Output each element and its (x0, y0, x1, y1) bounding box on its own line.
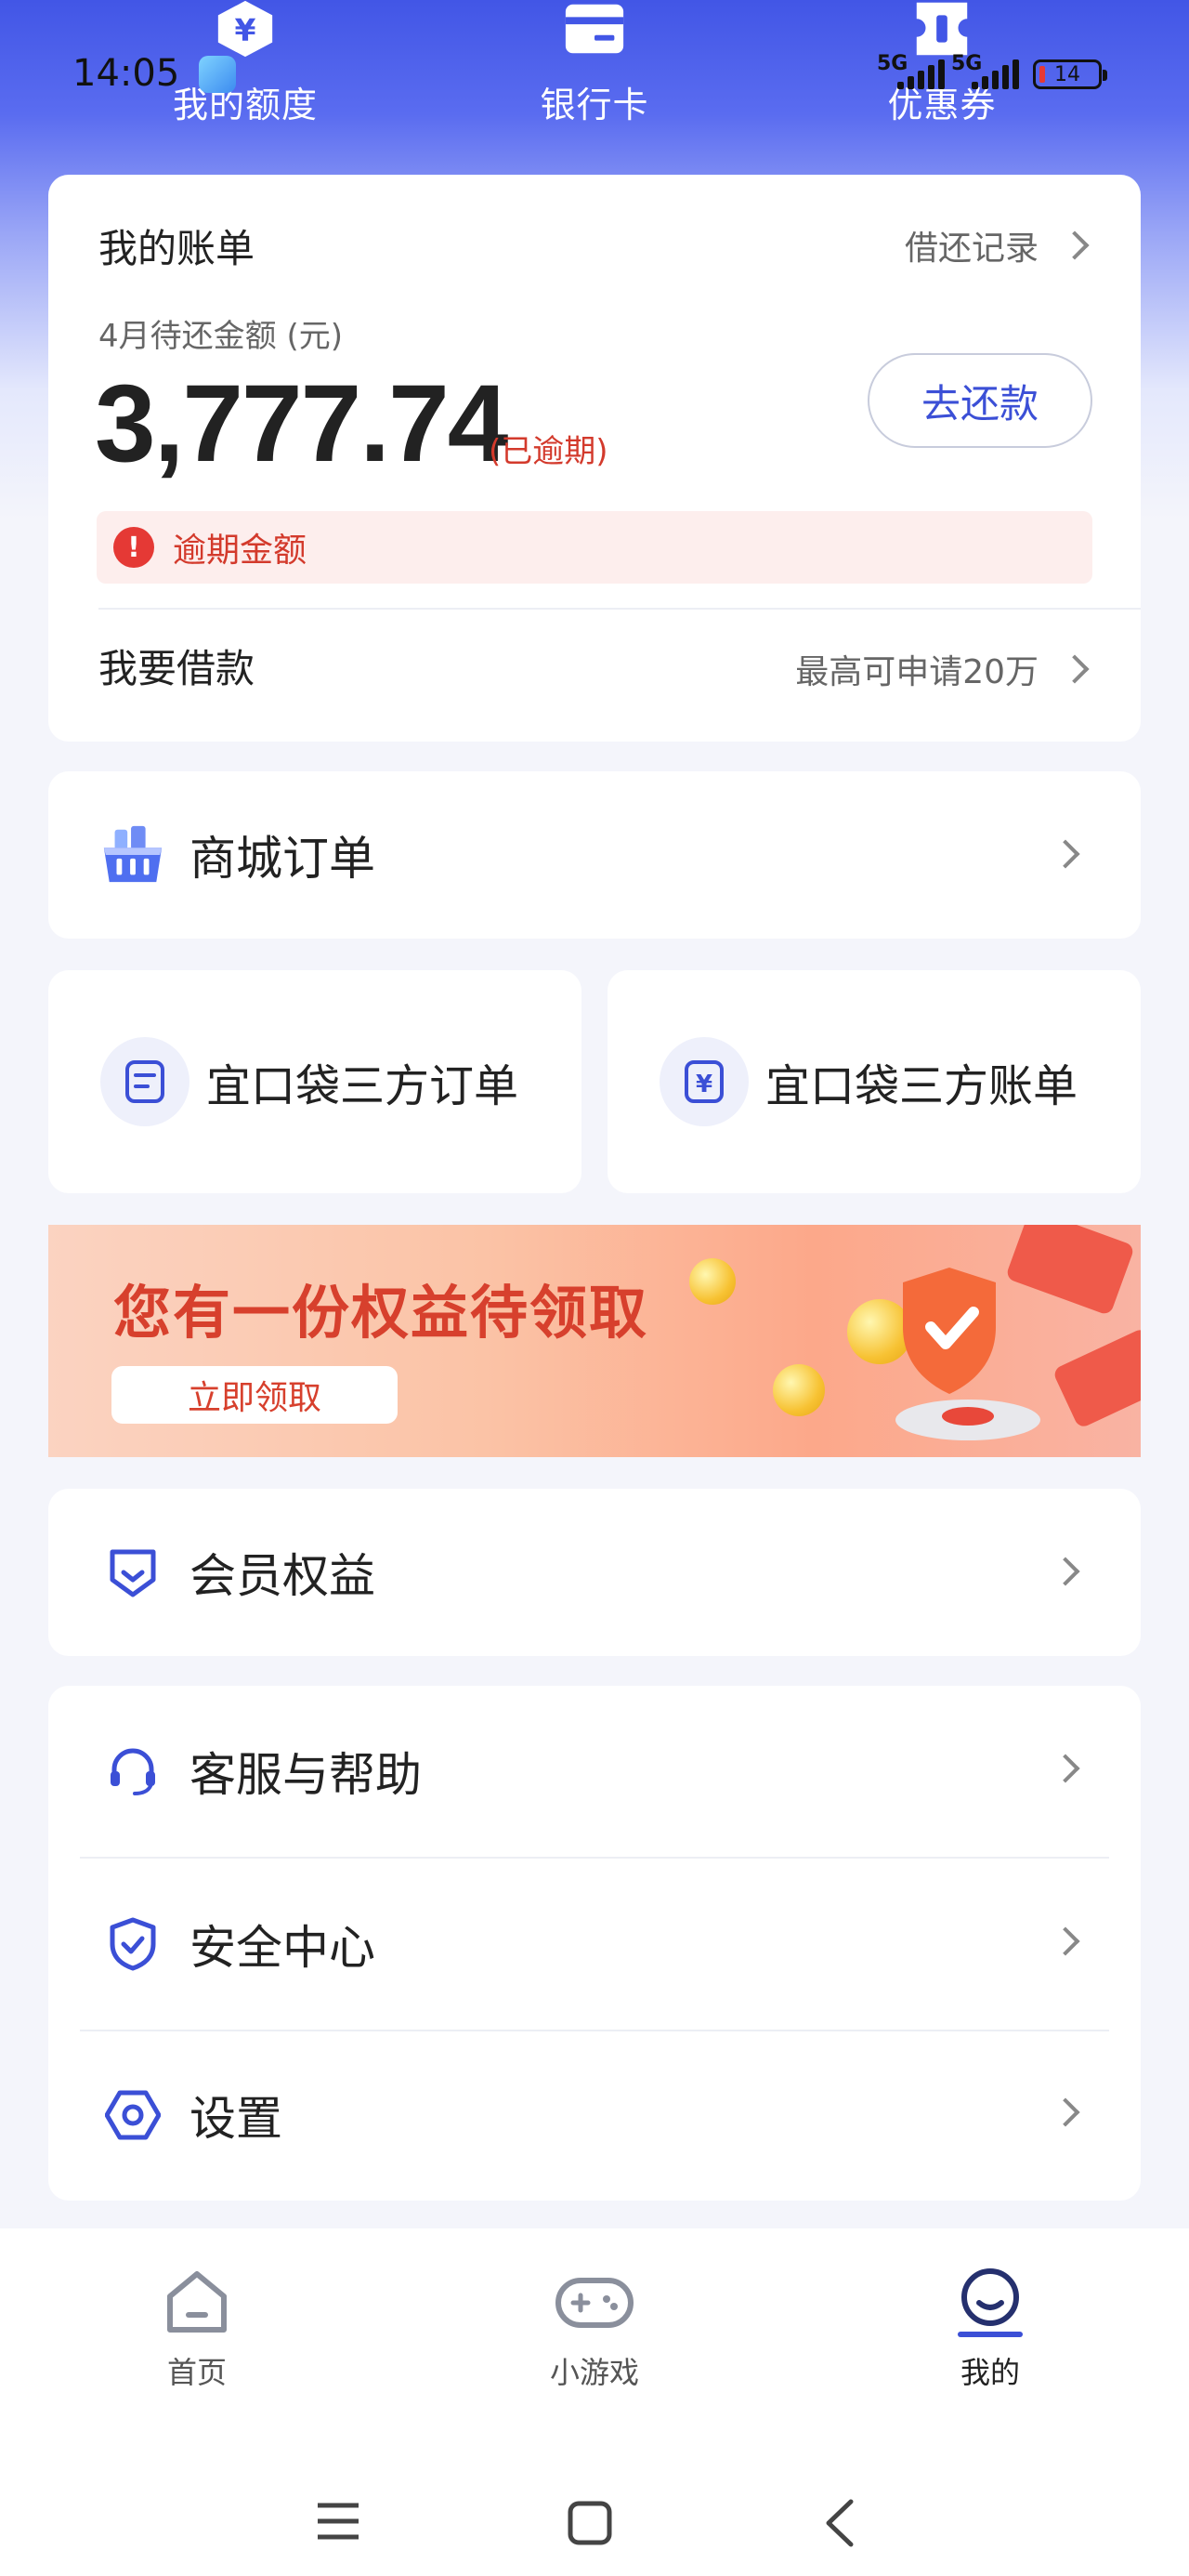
svg-text:¥: ¥ (235, 12, 256, 48)
battery-icon: 14 (1033, 59, 1107, 89)
signal-icon-1 (897, 58, 946, 89)
mall-order-label: 商城订单 (189, 832, 375, 886)
loan-history-label: 借还记录 (904, 230, 1039, 268)
chevron-right-icon (1051, 1926, 1080, 1956)
claim-now-button[interactable]: 立即领取 (111, 1366, 398, 1424)
menu-item-settings[interactable]: 设置 (48, 2030, 1141, 2201)
profile-icon (948, 2266, 1032, 2340)
borrow-limit-hint: 最高可申请20万 (795, 653, 1039, 691)
third-party-orders-card[interactable]: 宜口袋三方订单 (48, 970, 581, 1193)
gamepad-icon (553, 2266, 636, 2340)
due-amount-label: 4月待还金额 (元) (98, 318, 343, 355)
tab-home[interactable]: 首页 (104, 2266, 290, 2392)
overdue-tag: (已逾期) (489, 433, 608, 470)
menu-item-help[interactable]: 客服与帮助 (48, 1686, 1141, 1857)
settings-menu: 客服与帮助 安全中心 设置 (48, 1686, 1141, 2201)
membership-badge-icon (100, 1540, 165, 1605)
membership-row[interactable]: 会员权益 (48, 1489, 1141, 1656)
home-icon (155, 2266, 239, 2340)
third-party-bills-label: 宜口袋三方账单 (765, 1060, 1078, 1112)
red-envelope-decoration (1052, 1327, 1141, 1429)
tab-games-label: 小游戏 (549, 2355, 639, 2390)
back-icon[interactable] (823, 2498, 856, 2548)
membership-label: 会员权益 (189, 1549, 375, 1603)
signal-icon-2 (972, 58, 1020, 89)
settings-hexagon-icon (100, 2083, 165, 2148)
loan-history-link[interactable]: 借还记录 (904, 221, 1090, 269)
shield-badge-icon (895, 1268, 1040, 1440)
shopping-basket-icon (100, 822, 165, 887)
third-party-bills-card[interactable]: ¥ 宜口袋三方账单 (608, 970, 1141, 1193)
menu-item-security-label: 安全中心 (189, 1921, 375, 1975)
yuan-bill-icon: ¥ (660, 1037, 749, 1126)
system-nav-bar (0, 2433, 1189, 2576)
chevron-right-icon (1051, 2097, 1080, 2127)
mall-order-row[interactable]: 商城订单 (48, 771, 1141, 939)
tab-games[interactable]: 小游戏 (502, 2266, 687, 2392)
status-bar: 14:05 5G 5G 14 (0, 46, 1189, 102)
bottom-tab-bar: 首页 小游戏 我的 (0, 2228, 1189, 2433)
chevron-right-icon (1060, 654, 1090, 684)
tab-home-label: 首页 (166, 2355, 227, 2390)
menu-item-security[interactable]: 安全中心 (48, 1859, 1141, 2030)
rewards-banner[interactable]: 您有一份权益待领取 立即领取 (48, 1225, 1141, 1457)
chevron-right-icon (1060, 230, 1090, 260)
banner-title: 您有一份权益待领取 (113, 1279, 649, 1347)
repay-button[interactable]: 去还款 (868, 353, 1092, 448)
overdue-notice[interactable]: ! 逾期金额 (97, 511, 1092, 584)
tab-mine-label: 我的 (960, 2355, 1020, 2390)
due-amount-value: 3,777.74 (95, 362, 508, 485)
overdue-notice-text: 逾期金额 (173, 532, 307, 570)
borrow-limit-link[interactable]: 最高可申请20万 (795, 645, 1090, 693)
status-time: 14:05 (72, 52, 180, 95)
menu-icon[interactable] (316, 2502, 360, 2541)
borrow-title[interactable]: 我要借款 (98, 637, 255, 694)
bill-title: 我的账单 (98, 226, 255, 271)
warning-icon: ! (113, 527, 154, 568)
coin-decoration (689, 1258, 736, 1305)
bill-card: 我的账单 借还记录 4月待还金额 (元) 3,777.74 (已逾期) 去还款 … (48, 175, 1141, 742)
svg-text:¥: ¥ (696, 1071, 712, 1098)
headset-icon (100, 1739, 165, 1804)
battery-level: 14 (1054, 62, 1080, 86)
coin-decoration (773, 1364, 825, 1416)
menu-item-help-label: 客服与帮助 (189, 1748, 422, 1802)
divider (98, 608, 1141, 610)
third-party-orders-label: 宜口袋三方订单 (206, 1060, 519, 1112)
app-notification-icon (199, 56, 236, 93)
tab-mine[interactable]: 我的 (897, 2266, 1083, 2392)
order-document-icon (100, 1037, 189, 1126)
menu-item-settings-label: 设置 (189, 2092, 282, 2146)
home-square-icon[interactable] (567, 2500, 613, 2546)
shield-check-icon (100, 1912, 165, 1977)
chevron-right-icon (1051, 1754, 1080, 1783)
